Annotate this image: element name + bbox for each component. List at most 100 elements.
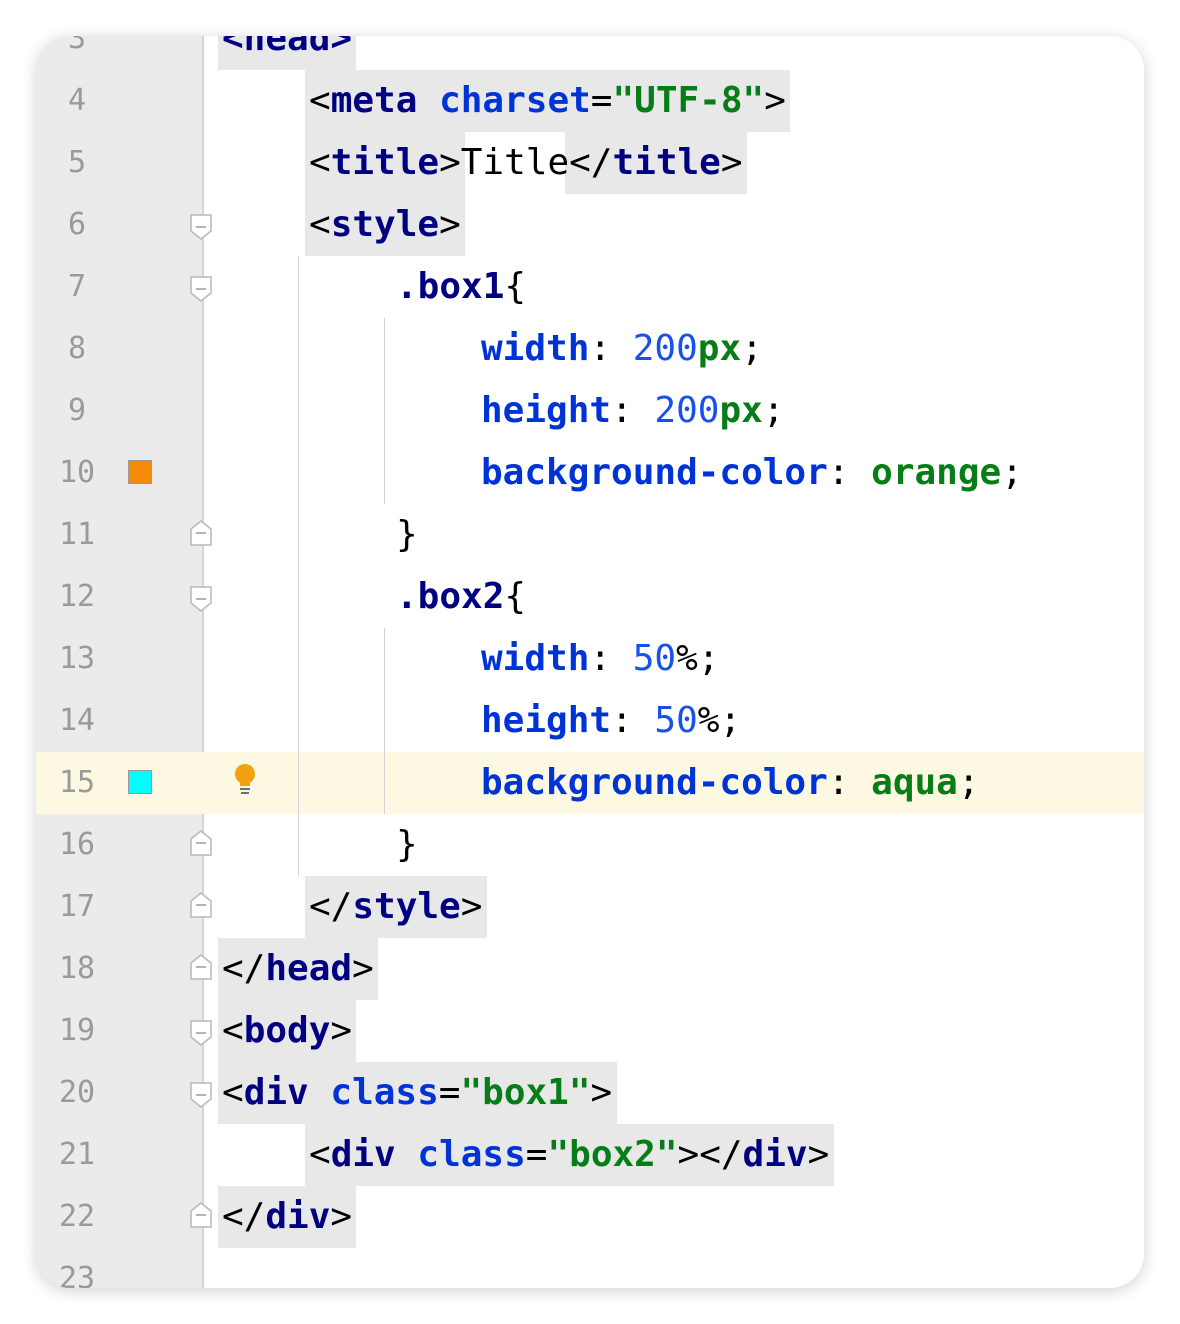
code-token: width <box>481 638 590 679</box>
code-text[interactable]: background-color: orange; <box>481 442 1023 504</box>
code-line[interactable]: 5 <title>Title</title> <box>36 132 1144 194</box>
color-swatch-icon[interactable] <box>128 770 152 794</box>
code-token: background-color <box>481 452 828 493</box>
line-number[interactable]: 18 <box>36 938 118 1000</box>
code-text[interactable]: background-color: aqua; <box>481 752 980 814</box>
code-token: > <box>590 1072 613 1113</box>
code-token: .box2 <box>396 576 505 617</box>
fold-expand-icon[interactable] <box>190 1082 212 1108</box>
line-number[interactable]: 12 <box>36 566 118 628</box>
code-text[interactable]: <head> <box>222 36 352 70</box>
line-number[interactable]: 19 <box>36 1000 118 1062</box>
fold-collapse-icon[interactable] <box>190 892 212 918</box>
code-line[interactable]: 4 <meta charset="UTF-8"> <box>36 70 1144 132</box>
line-number[interactable]: 20 <box>36 1062 118 1124</box>
code-text[interactable]: </style> <box>309 876 482 938</box>
code-token: < <box>309 204 331 245</box>
code-token: } <box>396 824 418 865</box>
fold-expand-icon[interactable] <box>190 1020 212 1046</box>
code-text[interactable]: height: 50%; <box>481 690 741 752</box>
code-line[interactable]: 7 .box1{ <box>36 256 1144 318</box>
line-number[interactable]: 11 <box>36 504 118 566</box>
code-text[interactable]: <style> <box>309 194 461 256</box>
fold-collapse-icon[interactable] <box>190 954 212 980</box>
code-line[interactable]: 21 <div class="box2"></div> <box>36 1124 1144 1186</box>
fold-collapse-icon[interactable] <box>190 830 212 856</box>
fold-collapse-icon[interactable] <box>190 1202 212 1228</box>
code-token: 50 <box>654 700 698 741</box>
code-text[interactable]: width: 200px; <box>481 318 763 380</box>
code-text[interactable]: width: 50%; <box>481 628 719 690</box>
fold-expand-icon[interactable] <box>190 276 212 302</box>
line-number[interactable]: 16 <box>36 814 118 876</box>
fold-expand-icon[interactable] <box>190 586 212 612</box>
line-number[interactable]: 15 <box>36 752 118 814</box>
code-line[interactable]: 20 <div class="box1"> <box>36 1062 1144 1124</box>
code-token: = <box>525 1134 548 1175</box>
code-token: < <box>309 1134 331 1175</box>
line-number[interactable]: 7 <box>36 256 118 318</box>
line-number[interactable]: 4 <box>36 70 118 132</box>
code-line[interactable]: 6 <style> <box>36 194 1144 256</box>
code-line[interactable]: 13 width: 50%; <box>36 628 1144 690</box>
code-line[interactable]: 11} <box>36 504 1144 566</box>
code-token: : <box>827 452 872 493</box>
fold-collapse-icon[interactable] <box>190 520 212 546</box>
code-line[interactable]: 19 <body> <box>36 1000 1144 1062</box>
code-text[interactable]: <meta charset="UTF-8"> <box>309 70 786 132</box>
current-code-line[interactable]: 15 background-color: aqua; <box>36 752 1144 814</box>
line-number[interactable]: 23 <box>36 1248 118 1288</box>
code-line[interactable]: 9 height: 200px; <box>36 380 1144 442</box>
code-line[interactable]: 10 background-color: orange; <box>36 442 1144 504</box>
code-text[interactable]: <title>Title</title> <box>309 132 743 194</box>
code-token: : <box>589 328 633 369</box>
fold-expand-icon[interactable] <box>190 214 212 240</box>
code-text[interactable]: </div> <box>222 1186 352 1248</box>
line-number[interactable]: 3 <box>36 36 118 70</box>
color-swatch-icon[interactable] <box>128 460 152 484</box>
line-number[interactable]: 22 <box>36 1186 118 1248</box>
line-number[interactable]: 14 <box>36 690 118 752</box>
code-text[interactable]: .box1{ <box>396 256 526 318</box>
code-text[interactable]: </head> <box>222 938 374 1000</box>
code-token: height <box>481 700 612 741</box>
code-line[interactable]: 18 </head> <box>36 938 1144 1000</box>
line-number[interactable]: 8 <box>36 318 118 380</box>
code-text[interactable]: <div class="box2"></div> <box>309 1124 829 1186</box>
code-text[interactable]: height: 200px; <box>481 380 784 442</box>
line-number[interactable]: 13 <box>36 628 118 690</box>
code-editor[interactable]: 3 <head> 4 <meta charset="UTF-8"> 5 <title>Ti… <box>36 36 1144 1288</box>
code-token: ; <box>741 328 763 369</box>
code-token: % <box>697 700 720 741</box>
code-text[interactable]: } <box>396 504 418 566</box>
line-number[interactable]: 17 <box>36 876 118 938</box>
code-line[interactable]: 23 <box>36 1248 1144 1288</box>
line-number[interactable]: 21 <box>36 1124 118 1186</box>
code-text[interactable]: .box2{ <box>396 566 526 628</box>
code-token: < <box>222 1072 244 1113</box>
code-text[interactable]: <body> <box>222 1000 352 1062</box>
code-line[interactable]: 16} <box>36 814 1144 876</box>
lightbulb-icon[interactable] <box>232 762 258 796</box>
code-token: "box2" <box>547 1134 678 1175</box>
code-line[interactable]: 22 </div> <box>36 1186 1144 1248</box>
code-token: > <box>439 204 461 245</box>
code-token: > <box>330 1196 353 1237</box>
line-number[interactable]: 6 <box>36 194 118 256</box>
code-token: ; <box>762 390 785 431</box>
code-text[interactable]: <div class="box1"> <box>222 1062 612 1124</box>
code-line[interactable]: 8 width: 200px; <box>36 318 1144 380</box>
code-token: title <box>330 142 440 183</box>
code-token: orange <box>871 452 1002 493</box>
code-token: </ <box>309 886 353 927</box>
code-text[interactable]: } <box>396 814 418 876</box>
code-line[interactable]: 12 .box2{ <box>36 566 1144 628</box>
line-number[interactable]: 9 <box>36 380 118 442</box>
code-line[interactable]: 17 </style> <box>36 876 1144 938</box>
code-line[interactable]: 14 height: 50%; <box>36 690 1144 752</box>
code-token: background-color <box>481 762 828 803</box>
line-number[interactable]: 10 <box>36 442 118 504</box>
code-line[interactable]: 3 <head> <box>36 36 1144 70</box>
code-token: <head> <box>222 36 353 59</box>
line-number[interactable]: 5 <box>36 132 118 194</box>
